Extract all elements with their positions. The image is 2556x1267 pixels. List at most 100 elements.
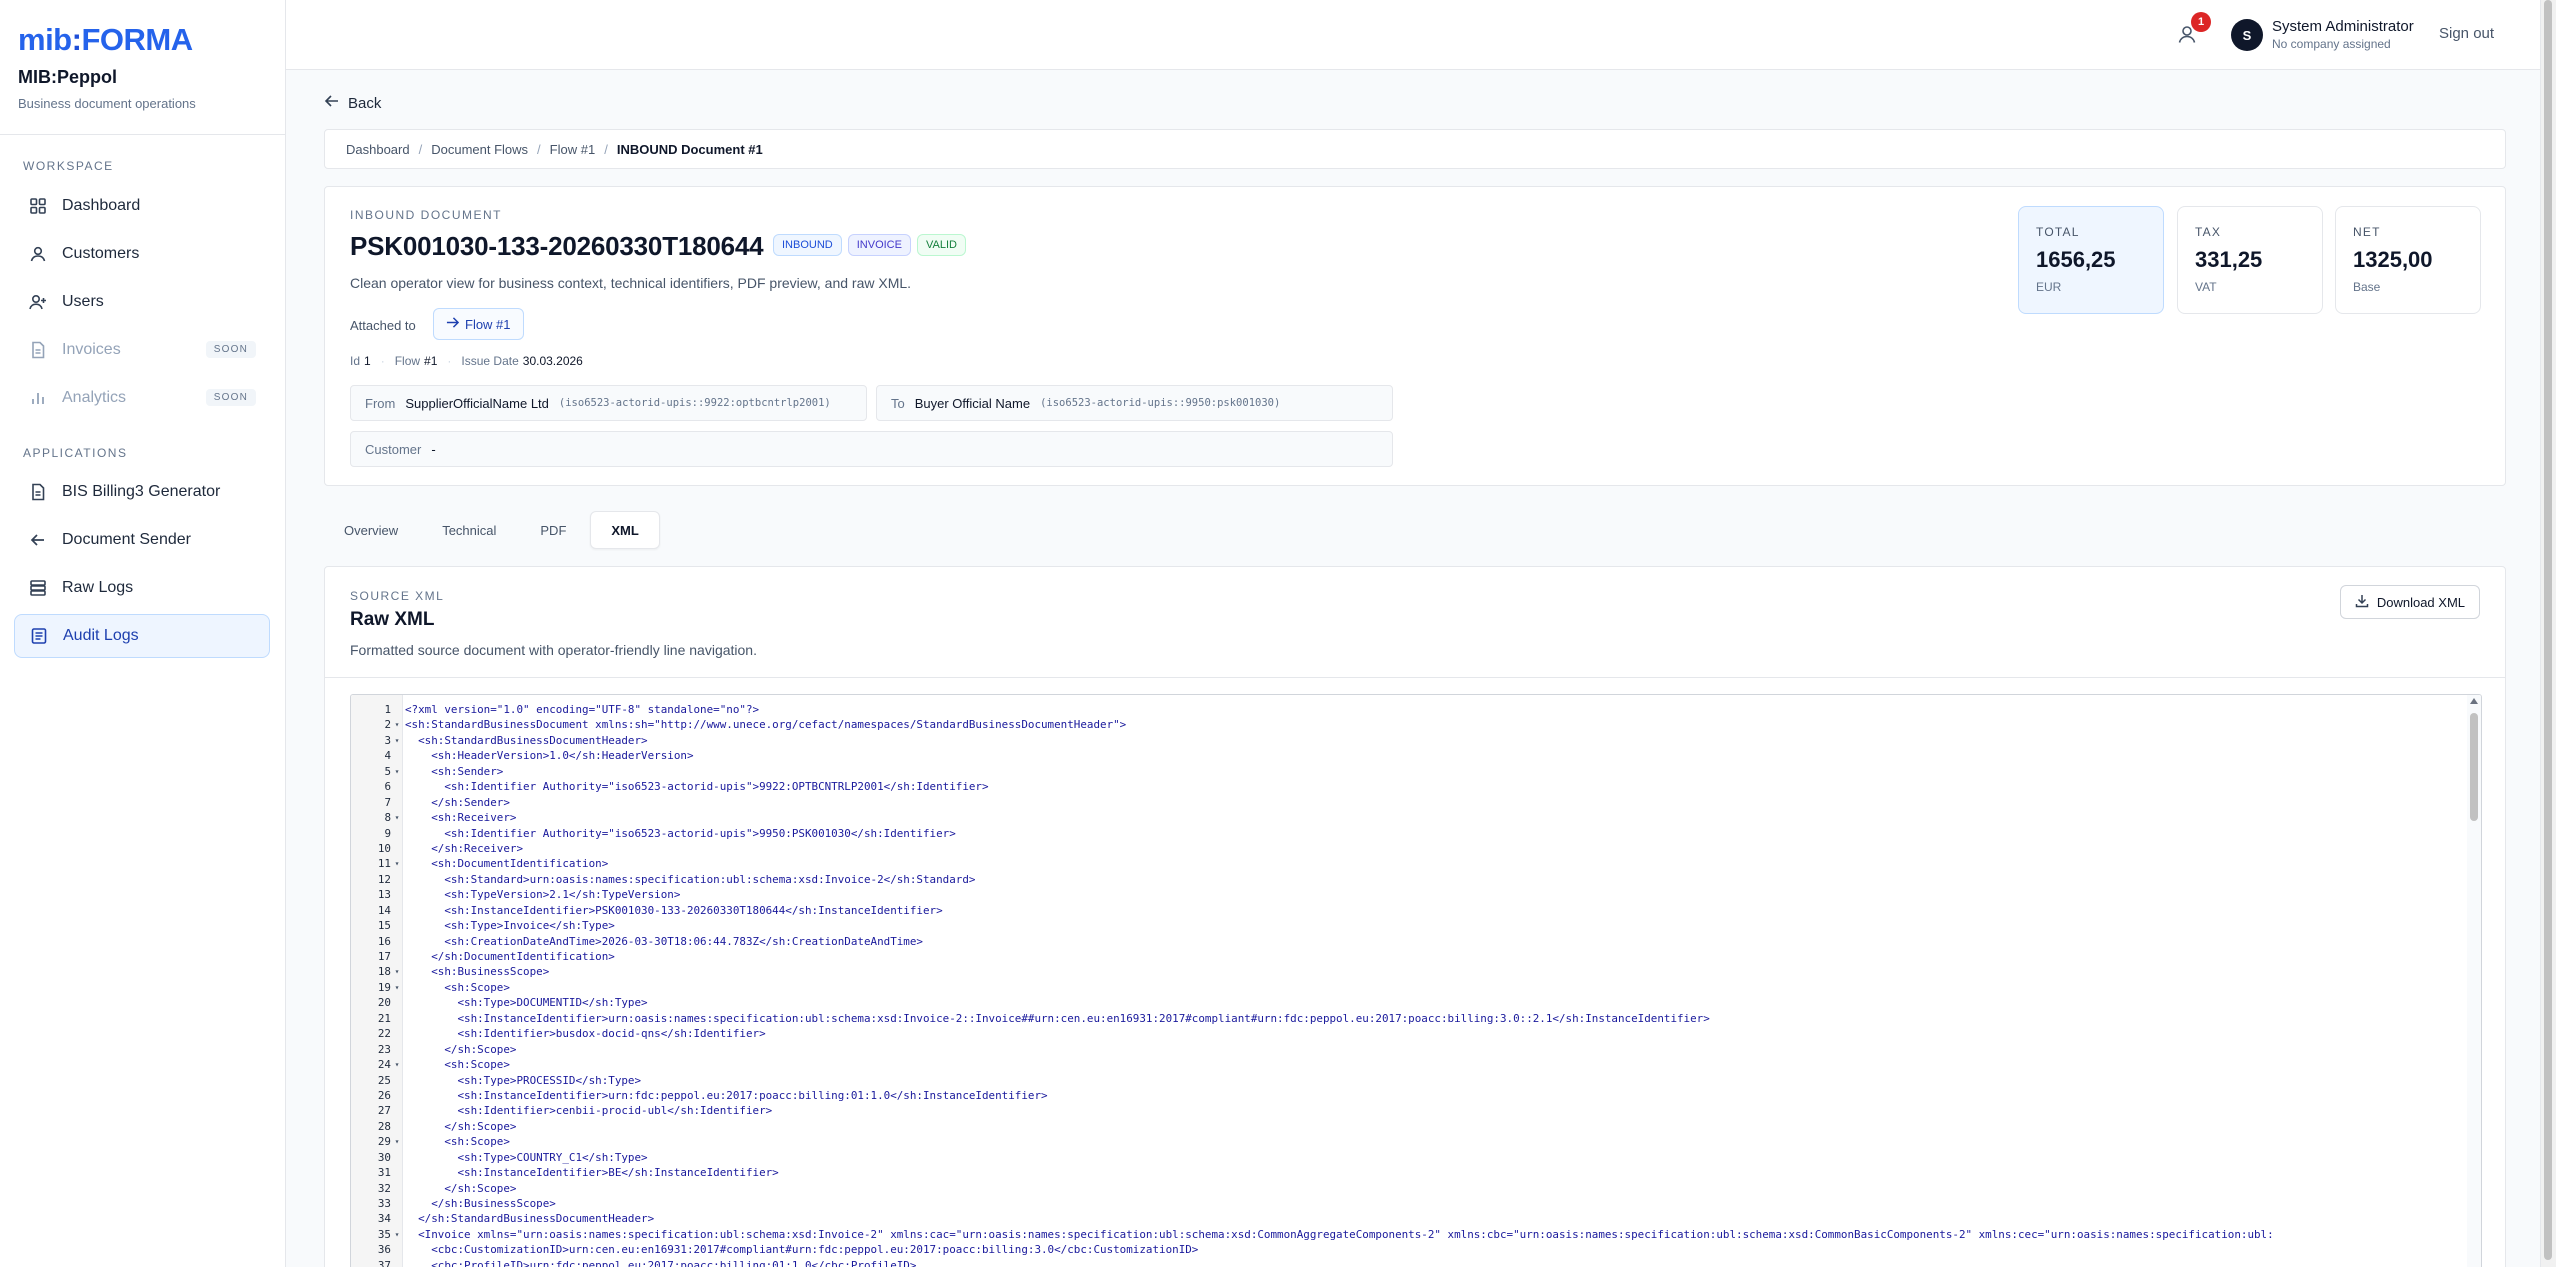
fold-toggle-icon[interactable]: ▾ <box>391 856 403 871</box>
sidebar-item-analytics[interactable]: Analytics SOON <box>14 376 270 420</box>
document-eyebrow: INBOUND DOCUMENT <box>350 208 502 222</box>
tax-label: TAX <box>2195 225 2222 239</box>
attached-flow-link[interactable]: Flow #1 <box>433 308 524 340</box>
breadcrumb-document-flows[interactable]: Document Flows <box>431 142 528 157</box>
line-number: 10 <box>377 841 391 855</box>
fold-toggle-icon[interactable]: ▾ <box>391 964 403 979</box>
sign-out-button[interactable]: Sign out <box>2439 25 2494 42</box>
list-icon <box>29 626 49 646</box>
document-summary-card: INBOUND DOCUMENT PSK001030-133-20260330T… <box>324 186 2506 486</box>
tab-pdf[interactable]: PDF <box>520 511 586 549</box>
top-bar: 1 S System Administrator No company assi… <box>286 0 2540 70</box>
sidebar-item-bis-billing3-generator[interactable]: BIS Billing3 Generator <box>14 470 270 514</box>
breadcrumb-dashboard[interactable]: Dashboard <box>346 142 410 157</box>
fold-toggle-icon[interactable]: ▾ <box>391 1134 403 1149</box>
code-line: 19 ▾ <sh:Scope> <box>351 980 2274 995</box>
line-number: 18 <box>377 965 391 979</box>
editor-scroll-thumb[interactable] <box>2470 713 2478 821</box>
line-number: 26 <box>377 1088 391 1102</box>
line-number: 1 <box>384 703 391 716</box>
document-icon <box>28 340 48 360</box>
tab-overview[interactable]: Overview <box>324 511 418 549</box>
meta-separator: · <box>447 354 452 368</box>
code-text: <sh:Identifier>busdox-docid-qns</sh:Iden… <box>405 1027 766 1041</box>
scroll-up-arrow-icon[interactable] <box>2470 698 2478 704</box>
xml-title: Raw XML <box>350 609 435 630</box>
code-line: 32 </sh:Scope> <box>351 1181 2274 1196</box>
code-line: 28 </sh:Scope> <box>351 1119 2274 1134</box>
issue-date-label: Issue Date <box>461 354 519 368</box>
sidebar-item-audit-logs[interactable]: Audit Logs <box>14 614 270 658</box>
code-line: 23 </sh:Scope> <box>351 1042 2274 1057</box>
sidebar-item-customers[interactable]: Customers <box>14 232 270 276</box>
flow-value: #1 <box>424 354 438 368</box>
fold-toggle-icon[interactable]: ▾ <box>391 1057 403 1072</box>
line-number: 37 <box>377 1258 391 1267</box>
to-party: To Buyer Official Name (iso6523-actorid-… <box>876 385 1393 421</box>
back-button[interactable]: Back <box>324 93 381 113</box>
fold-toggle-icon[interactable]: ▾ <box>391 764 403 779</box>
code-line: 29 ▾ <sh:Scope> <box>351 1134 2274 1149</box>
soon-badge: SOON <box>205 389 256 406</box>
line-number: 33 <box>377 1197 391 1210</box>
code-text: <sh:Type>PROCESSID</sh:Type> <box>405 1073 642 1087</box>
line-number: 19 <box>377 980 391 994</box>
line-number: 25 <box>377 1073 391 1087</box>
workspace-section-label: WORKSPACE <box>23 159 114 173</box>
code-text: <sh:InstanceIdentifier>urn:oasis:names:s… <box>405 1011 1710 1025</box>
code-text: <sh:Sender> <box>405 764 504 778</box>
fold-toggle-icon[interactable]: ▾ <box>391 980 403 995</box>
line-number: 28 <box>377 1119 391 1133</box>
line-number: 9 <box>384 826 391 840</box>
sidebar-item-dashboard[interactable]: Dashboard <box>14 184 270 228</box>
sidebar-item-users[interactable]: Users <box>14 280 270 324</box>
applications-section-label: APPLICATIONS <box>23 446 128 460</box>
code-line: 37 <cbc:ProfileID>urn:fdc:peppol.eu:2017… <box>351 1258 2274 1267</box>
direction-badge: INBOUND <box>773 234 842 256</box>
xml-code-editor[interactable]: 1 <?xml version="1.0" encoding="UTF-8" st… <box>350 694 2482 1267</box>
user-icon <box>28 244 48 264</box>
sidebar-item-label: Dashboard <box>62 197 141 214</box>
code-text: <sh:InstanceIdentifier>PSK001030-133-202… <box>405 903 943 917</box>
from-party: From SupplierOfficialName Ltd (iso6523-a… <box>350 385 867 421</box>
line-number: 14 <box>377 903 391 917</box>
breadcrumb-flow[interactable]: Flow #1 <box>550 142 596 157</box>
tab-xml[interactable]: XML <box>590 511 660 549</box>
download-xml-button[interactable]: Download XML <box>2339 585 2480 619</box>
sidebar-item-document-sender[interactable]: Document Sender <box>14 518 270 562</box>
flow-label: Flow <box>394 354 421 368</box>
fold-toggle-icon[interactable]: ▾ <box>391 1227 403 1242</box>
brand-logo[interactable]: mib:FORMA <box>18 22 193 58</box>
tax-unit: VAT <box>2195 280 2217 294</box>
fold-toggle-icon[interactable]: ▾ <box>391 810 403 825</box>
fold-toggle-icon[interactable]: ▾ <box>391 733 403 748</box>
sidebar-item-label: Invoices <box>62 341 121 358</box>
sidebar-item-invoices[interactable]: Invoices SOON <box>14 328 270 372</box>
sidebar-item-label: Customers <box>62 245 140 262</box>
line-number: 34 <box>377 1212 391 1226</box>
code-line: 18 ▾ <sh:BusinessScope> <box>351 964 2274 979</box>
tab-technical[interactable]: Technical <box>422 511 516 549</box>
user-plus-icon <box>28 292 48 312</box>
code-line: 24 ▾ <sh:Scope> <box>351 1057 2274 1072</box>
code-text: <cbc:ProfileID>urn:fdc:peppol.eu:2017:po… <box>405 1258 917 1267</box>
code-line: 9 <sh:Identifier Authority="iso6523-acto… <box>351 826 2274 841</box>
code-line: 30 <sh:Type>COUNTRY_C1</sh:Type> <box>351 1150 2274 1165</box>
code-text: <sh:TypeVersion>2.1</sh:TypeVersion> <box>405 888 681 902</box>
sidebar-item-raw-logs[interactable]: Raw Logs <box>14 566 270 610</box>
avatar[interactable]: S <box>2231 19 2263 51</box>
tax-stat: TAX 331,25 VAT <box>2177 206 2323 314</box>
page-scroll-thumb[interactable] <box>2544 0 2552 1260</box>
code-line: 14 <sh:InstanceIdentifier>PSK001030-133-… <box>351 903 2274 918</box>
breadcrumb-current: INBOUND Document #1 <box>616 141 763 157</box>
fold-toggle-icon[interactable]: ▾ <box>391 717 403 732</box>
